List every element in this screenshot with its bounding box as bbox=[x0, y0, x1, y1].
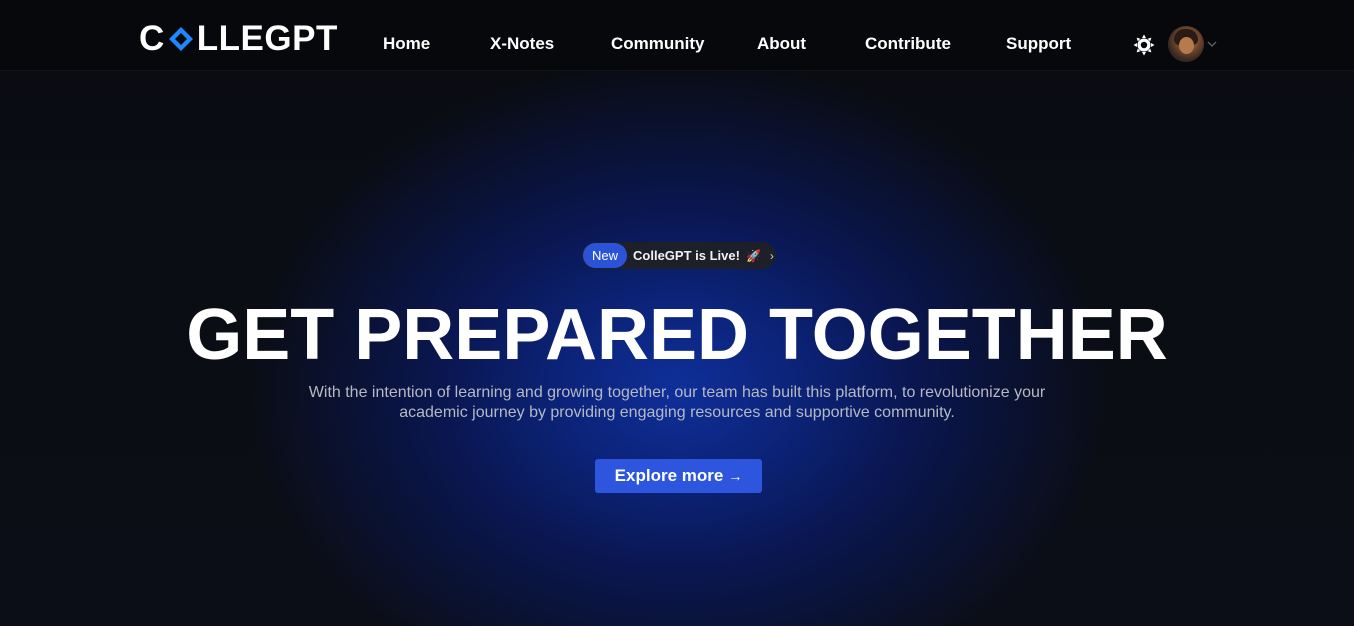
explore-more-button[interactable]: Explore more → bbox=[595, 459, 762, 493]
user-avatar bbox=[1168, 26, 1204, 62]
hero-headline: GET PREPARED TOGETHER bbox=[186, 295, 1168, 375]
sun-icon bbox=[1133, 34, 1155, 56]
arrow-right-icon: → bbox=[728, 468, 743, 484]
nav-link-community[interactable]: Community bbox=[611, 33, 705, 55]
nav-link-contribute[interactable]: Contribute bbox=[865, 33, 951, 55]
nav-link-support[interactable]: Support bbox=[1006, 33, 1071, 55]
chevron-right-icon: › bbox=[769, 248, 774, 263]
logo-diamond-icon bbox=[168, 27, 193, 51]
landing-page: C LLEGPT Home X-Notes Community About Co… bbox=[0, 0, 1354, 626]
explore-more-label: Explore more bbox=[614, 466, 724, 485]
nav-link-x-notes[interactable]: X-Notes bbox=[490, 33, 554, 55]
announcement-text: ColleGPT is Live! bbox=[633, 248, 740, 263]
user-menu[interactable] bbox=[1168, 26, 1220, 62]
avatar-face bbox=[1179, 37, 1194, 54]
logo-text-start: C bbox=[139, 19, 165, 58]
logo-text-end: LLEGPT bbox=[196, 19, 338, 58]
new-tag: New bbox=[583, 243, 628, 268]
chevron-down-icon bbox=[1207, 41, 1217, 48]
hero-description: With the intention of learning and growi… bbox=[277, 383, 1077, 423]
hero-description-line-2: academic journey by providing engaging r… bbox=[399, 404, 955, 421]
top-navbar: C LLEGPT Home X-Notes Community About Co… bbox=[0, 0, 1354, 71]
nav-link-home[interactable]: Home bbox=[383, 33, 430, 55]
hero-description-line-1: With the intention of learning and growi… bbox=[308, 384, 1046, 401]
nav-link-about[interactable]: About bbox=[757, 33, 806, 55]
rocket-icon: 🚀 bbox=[745, 248, 761, 263]
theme-toggle-button[interactable] bbox=[1133, 34, 1155, 56]
announcement-badge[interactable]: New ColleGPT is Live! 🚀 › bbox=[582, 242, 776, 269]
brand-logo[interactable]: C LLEGPT bbox=[139, 19, 338, 58]
